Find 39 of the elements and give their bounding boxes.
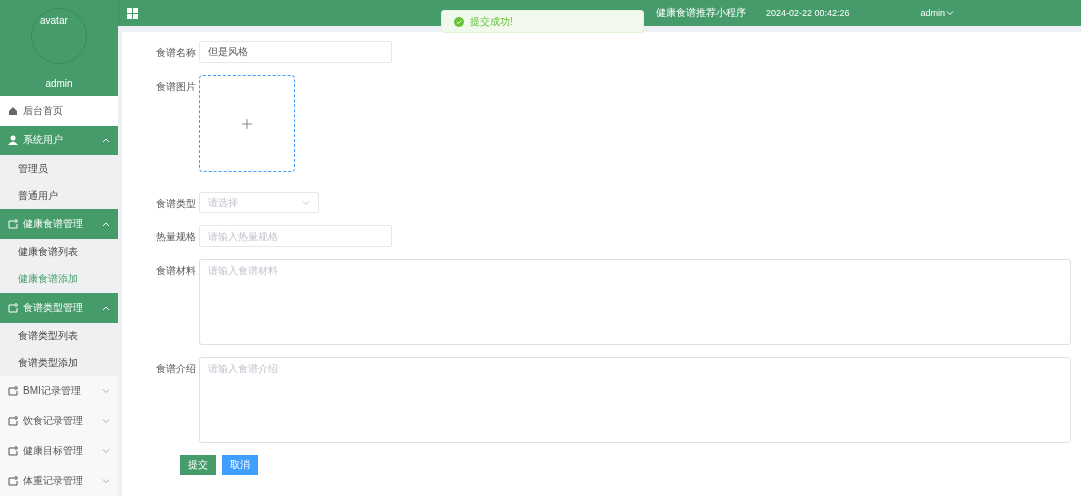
input-field[interactable]: 但是风格 <box>199 41 392 63</box>
caret-up-icon <box>102 137 110 144</box>
user-icon <box>8 135 18 146</box>
caret-down-icon <box>102 388 110 395</box>
field-label: 食谱材料 <box>156 264 197 278</box>
toast-message: 提交成功! <box>441 10 644 33</box>
submenu-item[interactable]: 食谱类型列表 <box>0 322 118 350</box>
submenu-item[interactable]: 健康食谱列表 <box>0 239 118 266</box>
username: admin <box>45 78 73 89</box>
caret-up-icon <box>102 221 110 228</box>
field-label: 食谱介绍 <box>156 362 197 376</box>
app-title: 健康食谱推荐小程序 <box>656 6 747 20</box>
caret-down-icon <box>102 478 110 485</box>
document-icon <box>8 476 18 487</box>
caret-down-icon <box>302 199 310 206</box>
document-icon <box>8 302 18 313</box>
caret-down-icon <box>946 10 955 16</box>
submenu-item[interactable]: 普通用户 <box>0 182 118 210</box>
avatar: avatar <box>31 8 87 64</box>
field-label: 热量规格 <box>156 230 197 244</box>
submenu-item[interactable]: 食谱类型添加 <box>0 349 118 377</box>
field-label: 食谱类型 <box>156 197 197 211</box>
date-time: 2024-02-22 00:42:26 <box>766 8 850 18</box>
image-upload[interactable] <box>199 75 295 172</box>
check-circle-icon <box>454 16 464 27</box>
menu-item[interactable]: 后台首页 <box>0 95 118 126</box>
plus-icon <box>242 118 252 129</box>
field-label: 食谱图片 <box>156 80 197 94</box>
caret-up-icon <box>102 304 110 311</box>
submenu-item[interactable]: 管理员 <box>0 155 118 183</box>
document-icon <box>8 446 18 457</box>
caret-down-icon <box>102 448 110 455</box>
caret-down-icon <box>102 418 110 425</box>
document-icon <box>8 386 18 397</box>
home-icon <box>8 105 18 116</box>
document-icon <box>8 219 18 230</box>
field-label: 食谱名称 <box>156 46 197 60</box>
document-icon <box>8 416 18 427</box>
menu-icon <box>127 7 138 19</box>
